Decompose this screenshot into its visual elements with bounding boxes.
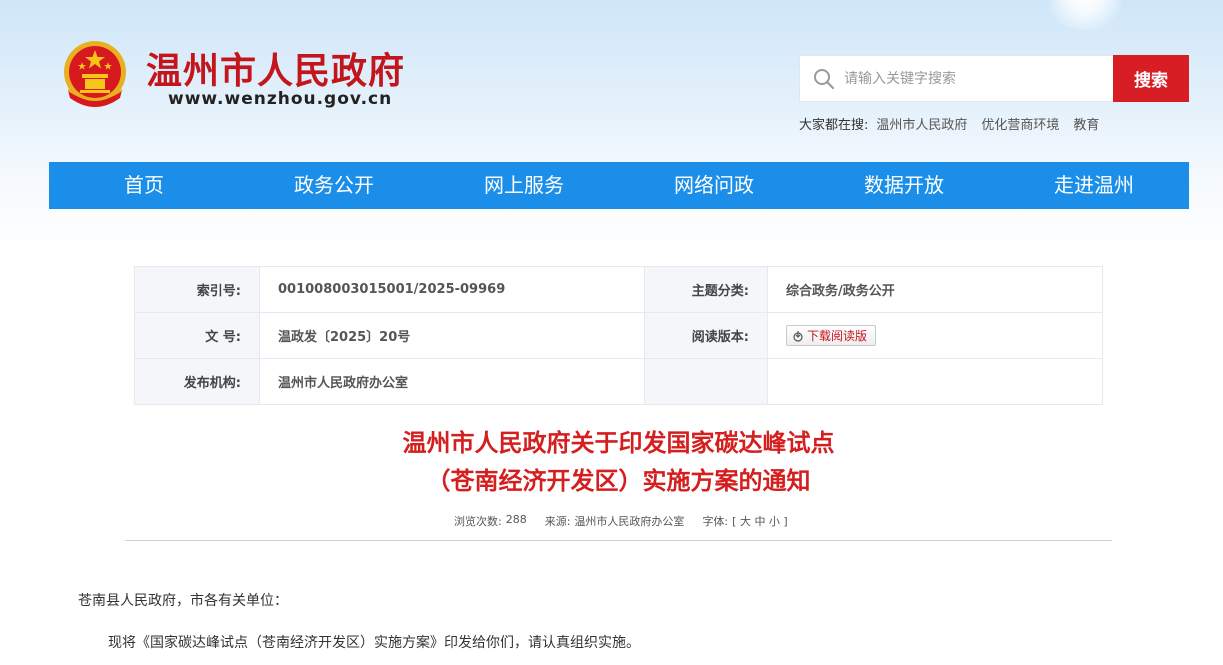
hot-search-term[interactable]: 优化营商环境 — [981, 114, 1059, 133]
index-value: 001008003015001/2025-09969 — [259, 266, 645, 313]
table-row: 索引号: 001008003015001/2025-09969 主题分类: 综合… — [134, 266, 1103, 313]
article-title-line: （苍南经济开发区）实施方案的通知 — [426, 467, 811, 495]
nav-item-about-wenzhou[interactable]: 走进温州 — [999, 162, 1189, 209]
article-paragraph: 现将《国家碳达峰试点（苍南经济开发区）实施方案》印发给你们，请认真组织实施。 — [108, 635, 640, 651]
download-reading-version-button[interactable]: 下载阅读版 — [786, 325, 877, 346]
document-meta-table: 索引号: 001008003015001/2025-09969 主题分类: 综合… — [134, 266, 1103, 405]
issuer-label: 发布机构: — [134, 358, 260, 405]
nav-item-open-data[interactable]: 数据开放 — [809, 162, 999, 209]
doc-number-label: 文 号: — [134, 312, 260, 359]
index-label: 索引号: — [134, 266, 260, 313]
search-input[interactable] — [844, 66, 1104, 92]
read-version-cell: 下载阅读版 — [767, 312, 1103, 359]
doc-number-value: 温政发〔2025〕20号 — [259, 312, 645, 359]
font-size-group: 字体: [ 大 中 小 ] — [702, 513, 787, 529]
source-group: 来源: 温州市人民政府办公室 — [545, 513, 685, 529]
nav-item-online-services[interactable]: 网上服务 — [429, 162, 619, 209]
read-version-label: 阅读版本: — [644, 312, 768, 359]
search-icon — [814, 69, 835, 90]
site-url: www.wenzhou.gov.cn — [168, 89, 393, 109]
nav-item-home[interactable]: 首页 — [49, 162, 239, 209]
national-emblem-icon[interactable] — [60, 38, 130, 112]
empty-cell — [644, 358, 768, 405]
download-label: 下载阅读版 — [807, 329, 868, 343]
source-value: 温州市人民政府办公室 — [574, 515, 685, 528]
nav-item-online-inquiry[interactable]: 网络问政 — [619, 162, 809, 209]
views-count: 288 — [505, 513, 527, 526]
hot-search-label: 大家都在搜: — [799, 118, 869, 133]
article-title: 温州市人民政府关于印发国家碳达峰试点 （苍南经济开发区）实施方案的通知 — [0, 424, 1223, 500]
article-salutation: 苍南县人民政府，市各有关单位： — [78, 593, 288, 609]
views-label: 浏览次数: — [454, 515, 502, 528]
empty-cell — [767, 358, 1103, 405]
nav-item-gov-affairs[interactable]: 政务公开 — [239, 162, 429, 209]
search-box — [799, 55, 1113, 102]
table-row: 文 号: 温政发〔2025〕20号 阅读版本: 下载阅读版 — [134, 312, 1103, 359]
topic-value: 综合政务/政务公开 — [767, 266, 1103, 313]
issuer-value: 温州市人民政府办公室 — [259, 358, 645, 405]
hot-search-term[interactable]: 温州市人民政府 — [876, 114, 967, 133]
article-info-bar: 浏览次数: 288 来源: 温州市人民政府办公室 字体: [ 大 中 小 ] — [454, 513, 788, 529]
divider — [125, 540, 1112, 541]
views-group: 浏览次数: 288 — [454, 513, 527, 529]
topic-label: 主题分类: — [644, 266, 768, 313]
table-row: 发布机构: 温州市人民政府办公室 — [134, 358, 1103, 405]
font-size-options[interactable]: [ 大 中 小 ] — [732, 513, 788, 529]
source-label: 来源: — [544, 515, 571, 528]
font-size-label: 字体: — [702, 515, 729, 528]
hot-search-bar: 大家都在搜: 温州市人民政府 优化营商环境 教育 — [799, 114, 1099, 133]
article-title-line: 温州市人民政府关于印发国家碳达峰试点 — [402, 429, 835, 457]
download-icon — [793, 330, 803, 342]
main-nav: 首页 政务公开 网上服务 网络问政 数据开放 走进温州 — [49, 162, 1189, 209]
site-name[interactable]: 温州市人民政府 — [146, 42, 405, 94]
hot-search-term[interactable]: 教育 — [1073, 114, 1099, 133]
search-button[interactable]: 搜索 — [1113, 55, 1189, 102]
